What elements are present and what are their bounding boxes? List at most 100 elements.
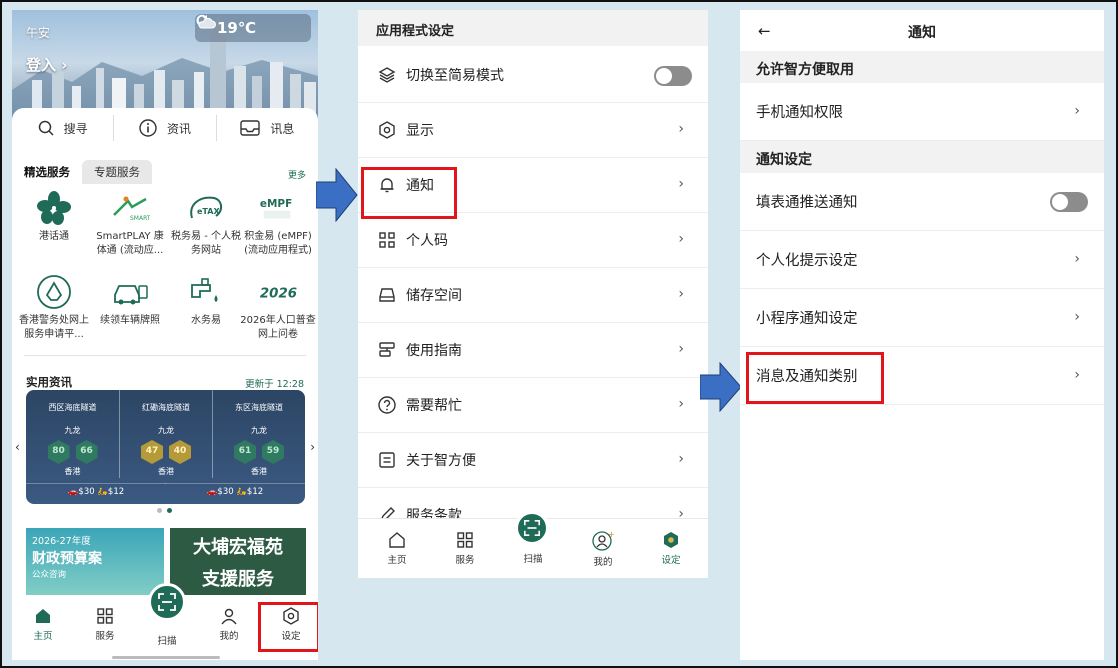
tunnel-from: 九龙 bbox=[64, 426, 81, 435]
tunnel-from: 九龙 bbox=[251, 426, 267, 435]
row-help[interactable]: 需要帮忙 › bbox=[358, 378, 708, 433]
row-label: 个人码 bbox=[406, 233, 448, 249]
settings-icon bbox=[664, 532, 678, 548]
nav-scan[interactable]: 扫描 bbox=[142, 633, 192, 647]
support-banner[interactable]: 大埔宏福苑 支援服务 bbox=[170, 528, 306, 604]
svg-text:eMPF: eMPF bbox=[260, 198, 292, 210]
carousel-next-button[interactable]: › bbox=[310, 440, 315, 454]
nav-home[interactable]: 主页 bbox=[372, 531, 422, 566]
quick-messages[interactable]: 讯息 bbox=[215, 115, 318, 141]
budget-banner[interactable]: 2026-27年度 财政预算案 公众咨询 bbox=[26, 528, 164, 604]
quick-info[interactable]: 资讯 bbox=[113, 115, 215, 141]
row-guide[interactable]: 使用指南 › bbox=[358, 323, 708, 378]
row-label: 关于智方便 bbox=[406, 453, 476, 469]
nav-profile[interactable]: + 我的 bbox=[578, 530, 628, 568]
home-icon bbox=[36, 609, 50, 623]
banner-line: 支援服务 bbox=[202, 569, 274, 590]
row-miniapp-notification[interactable]: 小程序通知设定 › bbox=[740, 289, 1104, 347]
nav-scan[interactable]: 扫描 bbox=[508, 551, 558, 565]
nav-profile[interactable]: 我的 bbox=[204, 607, 254, 642]
service-tabs: 精选服务 专题服务 bbox=[12, 160, 318, 184]
home-screen: 午安 登入 › 19℃ 搜寻 资讯 讯息 精选服务 专题服务 更多 港话通 SM… bbox=[12, 10, 318, 660]
quick-search-label: 搜寻 bbox=[63, 121, 88, 136]
service-item[interactable]: 香港警务处网上服务申请平... bbox=[16, 274, 92, 342]
svg-text:SMART: SMART bbox=[130, 215, 150, 222]
grid-icon bbox=[457, 532, 473, 548]
nav-settings[interactable]: 设定 bbox=[646, 531, 696, 566]
tunnel-column: 东区海底隧道 九龙 61 59 香港 bbox=[212, 390, 305, 478]
page-title: 通知 bbox=[908, 25, 936, 41]
speed-badge: 40 bbox=[169, 440, 191, 464]
speed-badge: 80 bbox=[47, 440, 70, 464]
tunnel-name: 西区海底隧道 bbox=[48, 403, 97, 412]
car-icon bbox=[110, 274, 150, 310]
service-label: 港话通 bbox=[39, 231, 69, 242]
scan-button[interactable] bbox=[515, 511, 549, 545]
bottom-nav: 主页 服务 扫描 + 我的 设定 bbox=[358, 511, 708, 578]
service-item[interactable]: eTAX 税务易 - 个人税务网站 bbox=[168, 190, 244, 258]
nav-settings[interactable]: 设定 bbox=[266, 607, 316, 642]
nav-label: 扫描 bbox=[523, 554, 543, 565]
section-header: 允许智方便取用 bbox=[740, 51, 1104, 83]
nav-label: 我的 bbox=[219, 631, 239, 642]
background-fill bbox=[358, 578, 708, 660]
etax-icon: eTAX bbox=[186, 190, 226, 226]
nav-label: 主页 bbox=[387, 555, 407, 566]
simple-mode-toggle[interactable] bbox=[654, 66, 692, 86]
row-about[interactable]: 关于智方便 › bbox=[358, 433, 708, 488]
row-personal-code[interactable]: 个人码 › bbox=[358, 213, 708, 268]
service-item[interactable]: 水务易 bbox=[168, 274, 244, 328]
tunnel-from: 九龙 bbox=[158, 426, 174, 435]
nav-label: 服务 bbox=[95, 631, 115, 642]
chevron-right-icon: › bbox=[678, 451, 684, 467]
row-form-push[interactable]: 填表通推送通知 bbox=[740, 173, 1104, 231]
nav-home[interactable]: 主页 bbox=[18, 607, 68, 642]
row-phone-permission[interactable]: 手机通知权限 › bbox=[740, 83, 1104, 141]
carousel-dots bbox=[157, 508, 172, 513]
login-link[interactable]: 登入 › bbox=[26, 54, 67, 75]
row-personal-reminder[interactable]: 个人化提示设定 › bbox=[740, 231, 1104, 289]
speed-badge: 59 bbox=[262, 440, 284, 464]
service-label: 续领车辆牌照 bbox=[100, 315, 160, 326]
tap-icon bbox=[186, 274, 226, 310]
carousel-prev-button[interactable]: ‹ bbox=[15, 440, 20, 454]
bauhinia-icon bbox=[34, 190, 74, 226]
quick-messages-label: 讯息 bbox=[270, 121, 295, 136]
row-simple-mode[interactable]: 切换至简易模式 bbox=[358, 48, 708, 103]
banner-line: 大埔宏福苑 bbox=[193, 537, 283, 558]
nav-services[interactable]: 服务 bbox=[80, 607, 130, 642]
service-item[interactable]: SMART SmartPLAY 康体通 (流动应... bbox=[92, 190, 168, 258]
weather-widget[interactable]: 19℃ bbox=[195, 14, 311, 42]
row-label: 切换至简易模式 bbox=[406, 68, 504, 84]
row-label: 消息及通知类别 bbox=[756, 369, 858, 385]
police-icon bbox=[34, 274, 74, 310]
service-item[interactable]: 2026 2026年人口普查网上问卷 bbox=[240, 274, 316, 342]
service-item[interactable]: 续领车辆牌照 bbox=[92, 274, 168, 328]
chevron-right-icon: › bbox=[678, 121, 684, 137]
tab-topics[interactable]: 专题服务 bbox=[82, 160, 152, 184]
scan-icon bbox=[158, 593, 176, 611]
nav-services[interactable]: 服务 bbox=[440, 531, 490, 566]
row-display[interactable]: 显示 › bbox=[358, 103, 708, 158]
row-label: 储存空间 bbox=[406, 288, 462, 304]
home-indicator bbox=[112, 656, 220, 659]
row-notifications[interactable]: 通知 › bbox=[358, 158, 708, 213]
row-storage[interactable]: 储存空间 › bbox=[358, 268, 708, 323]
tunnel-traffic-card[interactable]: 西区海底隧道 九龙 80 66 香港 红磡海底隧道 九龙 47 40 香港 东区… bbox=[26, 390, 305, 504]
quick-search[interactable]: 搜寻 bbox=[12, 115, 113, 141]
app-settings-screen: 应用程式设定 切换至简易模式 显示 › 通知 › 个人码 › 储存空间 › 使用… bbox=[358, 10, 708, 660]
nav-label: 设定 bbox=[281, 631, 301, 642]
settings-icon bbox=[283, 607, 299, 625]
form-push-toggle[interactable] bbox=[1050, 192, 1088, 212]
guide-icon bbox=[376, 341, 398, 359]
chevron-right-icon: › bbox=[678, 231, 684, 247]
more-link[interactable]: 更多 bbox=[288, 168, 306, 181]
tab-featured[interactable]: 精选服务 bbox=[24, 160, 70, 184]
service-item[interactable]: eMPF 积金易 (eMPF) (流动应用程式) bbox=[240, 190, 316, 258]
banner-title: 财政预算案 bbox=[32, 551, 102, 567]
row-message-categories[interactable]: 消息及通知类别 › bbox=[740, 347, 1104, 405]
service-item[interactable]: 港话通 bbox=[16, 190, 92, 244]
service-label: 积金易 (eMPF) (流动应用程式) bbox=[244, 231, 312, 256]
svg-text:+: + bbox=[608, 531, 614, 539]
scan-button[interactable] bbox=[148, 583, 186, 621]
